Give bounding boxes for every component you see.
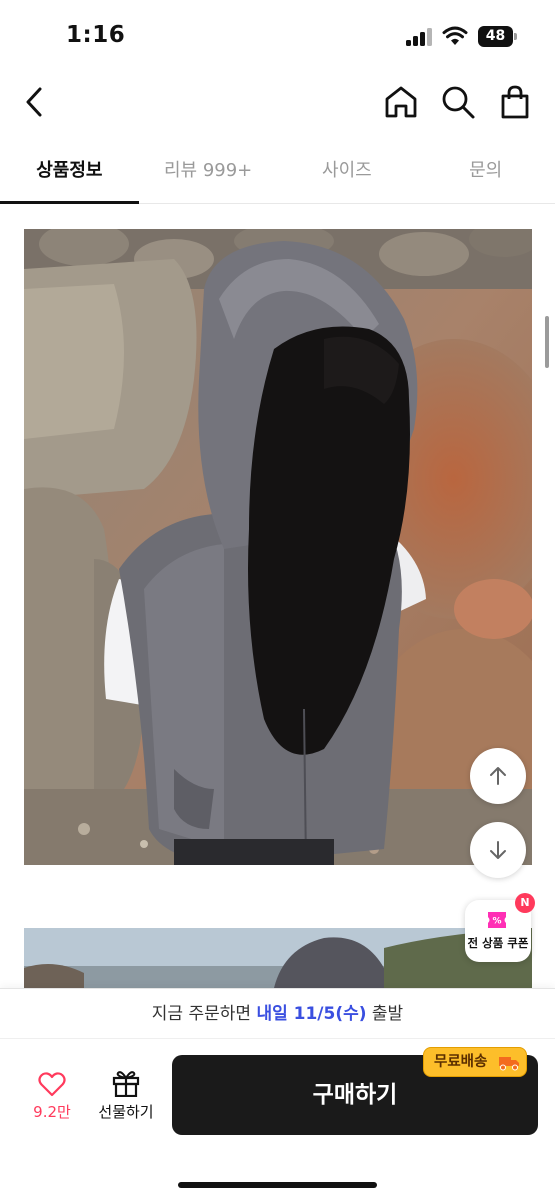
cellular-signal-icon [406, 28, 434, 46]
scroll-up-button[interactable] [470, 748, 526, 804]
scroll-down-button[interactable] [470, 822, 526, 878]
status-time: 1:16 [66, 22, 126, 48]
like-button[interactable]: 9.2만 [24, 1071, 80, 1131]
shopping-bag-icon[interactable] [497, 84, 533, 120]
coupon-label: 전 상품 쿠폰 [467, 936, 529, 950]
heart-icon [38, 1072, 66, 1097]
delivery-suffix: 출발 [366, 1004, 404, 1024]
truck-icon [499, 1057, 519, 1071]
delivery-date: 내일 11/5(수) [256, 1004, 367, 1024]
delivery-notice: 지금 주문하면 내일 11/5(수) 출발 [0, 989, 555, 1039]
coupon-icon: % [488, 912, 506, 928]
tab-inquiry[interactable]: 문의 [416, 140, 555, 203]
free-shipping-badge: 무료배송 [423, 1047, 527, 1077]
tab-product-info[interactable]: 상품정보 [0, 140, 139, 204]
battery-icon: 48 [478, 26, 518, 47]
scrollbar-thumb[interactable] [545, 316, 549, 368]
arrow-down-icon [490, 841, 506, 859]
new-badge: N [515, 893, 535, 913]
like-count: 9.2만 [33, 1103, 71, 1121]
tab-size[interactable]: 사이즈 [278, 140, 417, 203]
product-photo [24, 229, 532, 865]
product-photo-second [24, 928, 532, 988]
gift-label: 선물하기 [98, 1103, 154, 1121]
product-photo-illustration [24, 229, 532, 865]
free-shipping-label: 무료배송 [434, 1054, 488, 1070]
product-tabs: 상품정보 리뷰 999+ 사이즈 문의 [0, 140, 555, 204]
coupon-button[interactable]: % 전 상품 쿠폰 N [465, 893, 535, 962]
status-bar: 1:16 48 [0, 0, 555, 72]
gift-icon [112, 1071, 140, 1097]
back-arrow-icon[interactable] [18, 84, 54, 120]
tab-reviews[interactable]: 리뷰 999+ [139, 140, 278, 203]
wifi-icon [442, 26, 468, 45]
nav-bar [0, 72, 555, 132]
arrow-up-icon [490, 767, 506, 785]
purchase-bar: 지금 주문하면 내일 11/5(수) 출발 9.2만 선물하기 구매하기 무료배… [0, 988, 555, 1200]
home-indicator [178, 1182, 377, 1188]
battery-level: 48 [478, 26, 513, 47]
svg-text:%: % [492, 917, 501, 927]
product-photo-second-illustration [24, 928, 532, 988]
search-icon[interactable] [440, 84, 476, 120]
gift-button[interactable]: 선물하기 [92, 1069, 160, 1131]
delivery-prefix: 지금 주문하면 [151, 1004, 257, 1024]
home-icon[interactable] [383, 84, 419, 120]
